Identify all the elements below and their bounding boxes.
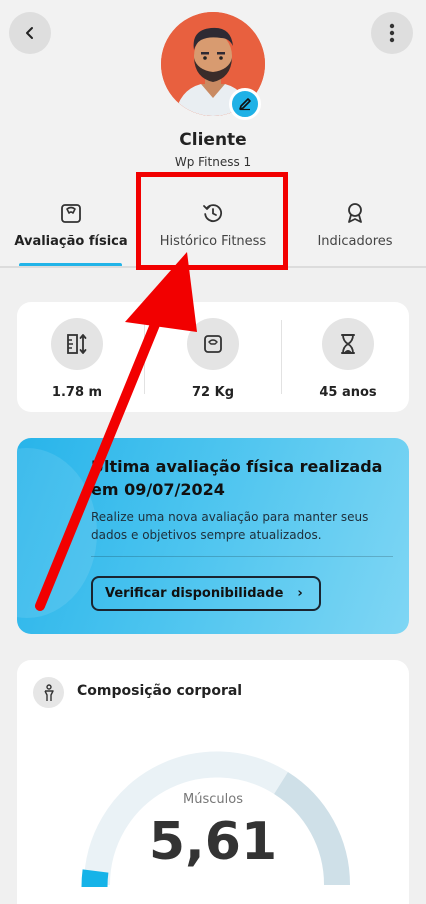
decorative-shape	[17, 448, 97, 618]
chevron-left-icon	[26, 27, 33, 39]
evaluation-description: Realize uma nova avaliação para manter s…	[91, 510, 369, 542]
pencil-icon	[239, 98, 251, 111]
stat-value: 72 Kg	[192, 385, 234, 400]
last-evaluation-card: Última avaliação física realizada em 09/…	[17, 438, 409, 634]
body-icon	[33, 677, 64, 708]
tab-indicadores[interactable]: Indicadores	[298, 200, 412, 266]
weight-scale-icon	[187, 318, 239, 370]
client-name: Cliente	[179, 130, 247, 150]
stats-card: 1.78 m 72 Kg 45 anos	[17, 302, 409, 412]
gym-name: Wp Fitness 1	[174, 155, 252, 169]
more-vertical-icon	[389, 23, 395, 43]
height-icon	[51, 318, 103, 370]
tab-avaliacao-fisica[interactable]: Avaliação física	[10, 200, 132, 266]
stat-divider	[144, 320, 145, 394]
gauge-label: Músculos	[183, 792, 243, 807]
evaluation-title: Última avaliação física realizada em 09/…	[91, 457, 383, 499]
more-options-button[interactable]	[371, 12, 413, 54]
stat-value: 1.78 m	[51, 385, 103, 400]
divider	[91, 556, 393, 557]
body-composition-card: Composição corporal Músculos 5,61	[17, 660, 409, 904]
scale-icon	[58, 200, 84, 226]
stat-weight: 72 Kg	[153, 318, 273, 400]
hourglass-icon	[322, 318, 374, 370]
back-button[interactable]	[9, 12, 51, 54]
stat-value: 45 anos	[319, 385, 377, 400]
annotation-highlight-box	[136, 172, 288, 270]
check-availability-button[interactable]: Verificar disponibilidade ›	[91, 576, 321, 611]
gauge-value: 5,61	[148, 812, 278, 872]
stat-height: 1.78 m	[17, 318, 137, 400]
avatar	[161, 12, 265, 120]
stat-divider	[281, 320, 282, 394]
tab-label: Avaliação física	[14, 234, 128, 249]
edit-avatar-button[interactable]	[229, 88, 261, 120]
chevron-right-icon: ›	[297, 586, 303, 601]
tab-label: Indicadores	[317, 234, 393, 249]
stat-age: 45 anos	[288, 318, 408, 400]
award-icon	[342, 200, 368, 226]
composition-title: Composição corporal	[77, 683, 243, 699]
button-label: Verificar disponibilidade	[105, 586, 284, 601]
